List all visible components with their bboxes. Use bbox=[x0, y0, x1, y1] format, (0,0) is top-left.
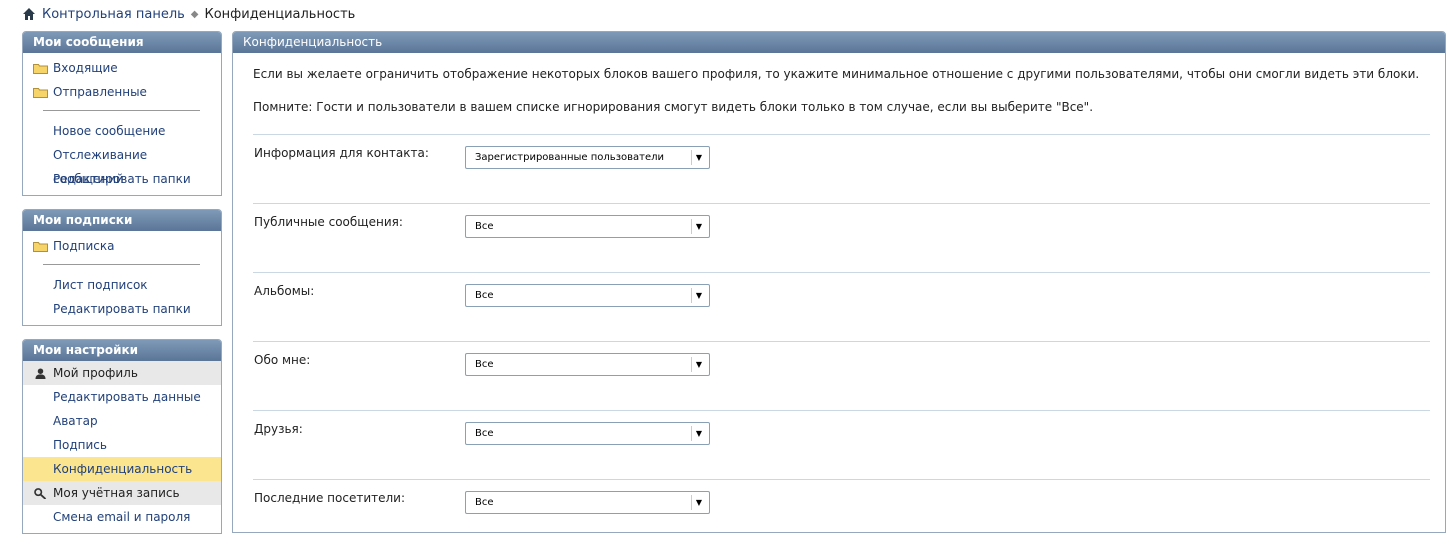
select-value: Все bbox=[475, 359, 494, 370]
chevron-down-icon: ▼ bbox=[691, 219, 706, 234]
privacy-row-friends: Друзья: Все ▼ bbox=[253, 410, 1430, 479]
contact-info-select[interactable]: Зарегистрированные пользователи ▼ bbox=[465, 146, 710, 169]
field-label: Обо мне: bbox=[254, 353, 311, 367]
recent-visitors-select[interactable]: Все ▼ bbox=[465, 491, 710, 514]
sidebar-section-label: Моя учётная запись bbox=[53, 486, 180, 500]
select-value: Все bbox=[475, 428, 494, 439]
sidebar-item-new-message[interactable]: Новое сообщение bbox=[23, 119, 221, 143]
privacy-panel: Конфиденциальность Если вы желаете огран… bbox=[232, 31, 1446, 533]
settings-block: Мои настройки Мой профиль Редактировать … bbox=[22, 339, 222, 534]
settings-block-title: Мои настройки bbox=[23, 340, 221, 361]
sidebar-item-label[interactable]: Редактировать данные bbox=[53, 390, 201, 404]
privacy-row-recent-visitors: Последние посетители: Все ▼ bbox=[253, 479, 1430, 548]
folder-icon bbox=[33, 241, 48, 252]
sidebar-item-label[interactable]: Конфиденциальность bbox=[53, 462, 192, 476]
sidebar-section-account: Моя учётная запись bbox=[23, 481, 221, 505]
privacy-row-about-me: Обо мне: Все ▼ bbox=[253, 341, 1430, 410]
sidebar-item-label[interactable]: Редактировать папки bbox=[53, 302, 191, 316]
sidebar-item-label[interactable]: Аватар bbox=[53, 414, 98, 428]
albums-select[interactable]: Все ▼ bbox=[465, 284, 710, 307]
folder-icon bbox=[33, 87, 48, 98]
field-label: Друзья: bbox=[254, 422, 303, 436]
sidebar-item-label[interactable]: Лист подписок bbox=[53, 278, 148, 292]
sidebar-item-inbox[interactable]: Входящие bbox=[23, 56, 221, 80]
sidebar-section-profile: Мой профиль bbox=[23, 361, 221, 385]
chevron-down-icon: ▼ bbox=[691, 357, 706, 372]
chevron-down-icon: ▼ bbox=[691, 426, 706, 441]
select-value: Зарегистрированные пользователи bbox=[475, 152, 665, 163]
privacy-row-albums: Альбомы: Все ▼ bbox=[253, 272, 1430, 341]
chevron-down-icon: ▼ bbox=[691, 288, 706, 303]
home-icon[interactable] bbox=[22, 7, 36, 21]
subscriptions-block-title: Мои подписки bbox=[23, 210, 221, 231]
sidebar-item-label[interactable]: Смена email и пароля bbox=[53, 510, 190, 524]
public-messages-select[interactable]: Все ▼ bbox=[465, 215, 710, 238]
sidebar-item-privacy[interactable]: Конфиденциальность bbox=[23, 457, 221, 481]
sidebar-item-label[interactable]: Новое сообщение bbox=[53, 124, 165, 138]
field-label: Публичные сообщения: bbox=[254, 215, 403, 229]
divider bbox=[43, 110, 200, 111]
sidebar-section-label: Мой профиль bbox=[53, 366, 138, 380]
field-label: Информация для контакта: bbox=[254, 146, 429, 160]
select-value: Все bbox=[475, 290, 494, 301]
chevron-down-icon: ▼ bbox=[691, 495, 706, 510]
subscriptions-block: Мои подписки Подписка Лист подписок Реда… bbox=[22, 209, 222, 326]
sidebar-item-label[interactable]: Подписка bbox=[53, 234, 115, 258]
sidebar-item-label[interactable]: Отправленные bbox=[53, 80, 147, 104]
sidebar-item-label[interactable]: Подпись bbox=[53, 438, 107, 452]
sidebar-item-label[interactable]: Редактировать папки bbox=[53, 172, 191, 186]
sidebar-item-subscription-list[interactable]: Лист подписок bbox=[23, 273, 221, 297]
note-text: Помните: Гости и пользователи в вашем сп… bbox=[253, 100, 1094, 114]
select-value: Все bbox=[475, 497, 494, 508]
privacy-row-contact: Информация для контакта: Зарегистрирован… bbox=[253, 134, 1430, 203]
sidebar-item-edit-folders[interactable]: Редактировать папки bbox=[23, 167, 221, 191]
friends-select[interactable]: Все ▼ bbox=[465, 422, 710, 445]
user-icon bbox=[35, 367, 46, 379]
sidebar-item-change-email-password[interactable]: Смена email и пароля bbox=[23, 505, 221, 529]
field-label: Альбомы: bbox=[254, 284, 315, 298]
folder-icon bbox=[33, 63, 48, 74]
sidebar-item-sent[interactable]: Отправленные bbox=[23, 80, 221, 104]
breadcrumb-home-link[interactable]: Контрольная панель bbox=[42, 7, 185, 22]
privacy-row-public-messages: Публичные сообщения: Все ▼ bbox=[253, 203, 1430, 272]
sidebar-item-edit-details[interactable]: Редактировать данные bbox=[23, 385, 221, 409]
intro-text: Если вы желаете ограничить отображение н… bbox=[253, 67, 1420, 81]
page-title: Конфиденциальность bbox=[233, 32, 1445, 53]
sidebar-item-edit-folders[interactable]: Редактировать папки bbox=[23, 297, 221, 321]
divider bbox=[43, 264, 200, 265]
about-me-select[interactable]: Все ▼ bbox=[465, 353, 710, 376]
breadcrumb: Контрольная панель ◆ Конфиденциальность bbox=[22, 6, 355, 22]
chevron-down-icon: ▼ bbox=[691, 150, 706, 165]
sidebar-item-label[interactable]: Входящие bbox=[53, 56, 118, 80]
sidebar-item-track-messages[interactable]: Отслеживание сообщений bbox=[23, 143, 221, 186]
messages-block: Мои сообщения Входящие Отправленные Ново… bbox=[22, 31, 222, 196]
field-label: Последние посетители: bbox=[254, 491, 405, 505]
messages-block-title: Мои сообщения bbox=[23, 32, 221, 53]
breadcrumb-current: Конфиденциальность bbox=[204, 6, 356, 22]
key-icon bbox=[34, 487, 47, 499]
select-value: Все bbox=[475, 221, 494, 232]
sidebar: Мои сообщения Входящие Отправленные Ново… bbox=[22, 31, 222, 547]
sidebar-item-subscription[interactable]: Подписка bbox=[23, 234, 221, 258]
sidebar-item-signature[interactable]: Подпись bbox=[23, 433, 221, 457]
breadcrumb-separator-icon: ◆ bbox=[190, 8, 199, 20]
sidebar-item-avatar[interactable]: Аватар bbox=[23, 409, 221, 433]
